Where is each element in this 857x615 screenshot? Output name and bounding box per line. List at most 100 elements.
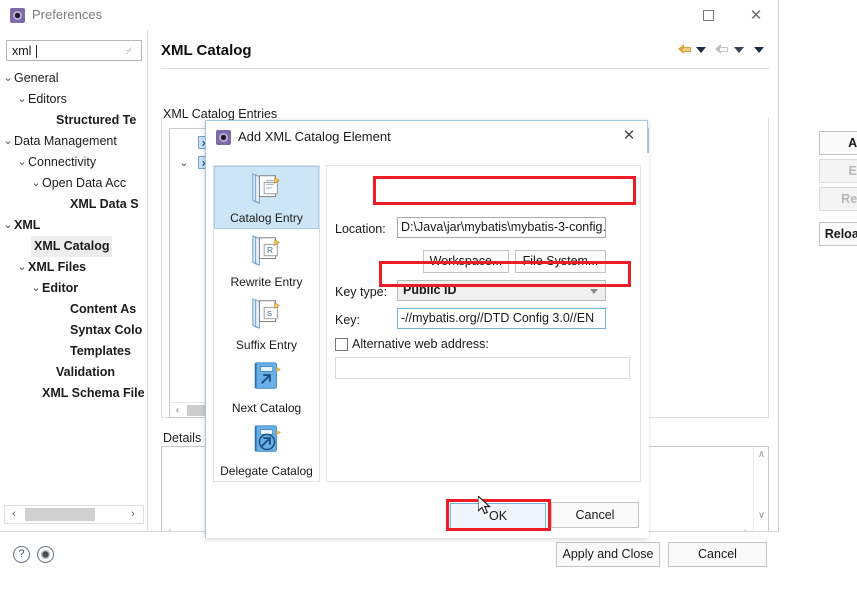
search-input[interactable]: xml ⌿ — [6, 40, 142, 61]
chevron-down-icon — [590, 289, 598, 294]
sidebar-item-label: General — [14, 71, 59, 85]
dialog-titlebar: Add XML Catalog Element ✕ — [206, 121, 647, 153]
add-xml-catalog-element-dialog: Add XML Catalog Element ✕ Catalog Entry R… — [205, 120, 649, 538]
sidebar-item-xml-files[interactable]: ⌄ XML Files — [0, 257, 148, 278]
apply-and-close-button[interactable]: Apply and Close — [556, 542, 660, 567]
sidebar-item-syntax-colo[interactable]: Syntax Colo — [0, 320, 148, 341]
scroll-right-icon[interactable]: › — [126, 507, 140, 522]
title-divider — [161, 68, 769, 69]
alternative-web-address-checkbox[interactable] — [335, 338, 348, 351]
key-type-select[interactable]: Public ID — [397, 280, 606, 301]
catalog-entry-icon — [251, 173, 280, 204]
dialog-title: Add XML Catalog Element — [238, 129, 391, 144]
sidebar-item-label: XML Schema File — [42, 386, 145, 400]
sidebar-item-label: XML Files — [28, 260, 87, 274]
sidebar-item-structured-te[interactable]: Structured Te — [0, 110, 148, 131]
sidebar-item-xml-data-s[interactable]: XML Data S — [0, 194, 148, 215]
help-icon[interactable]: ? — [13, 546, 30, 563]
settings-icon[interactable] — [37, 546, 54, 563]
catalog-type-rewrite-entry[interactable]: R Rewrite Entry — [214, 229, 319, 292]
view-menu-chevron-down-icon[interactable] — [754, 46, 764, 53]
clear-icon[interactable]: ⌿ — [126, 46, 136, 57]
maximize-button[interactable] — [700, 8, 716, 24]
sidebar-item-validation[interactable]: Validation — [0, 362, 148, 383]
sidebar-item-label: Content As — [70, 302, 137, 316]
key-label: Key: — [335, 313, 361, 327]
sidebar-item-editor[interactable]: ⌄ Editor — [0, 278, 148, 299]
sidebar-item-editors[interactable]: ⌄ Editors — [0, 89, 148, 110]
sidebar-item-templates[interactable]: Templates — [0, 341, 148, 362]
chevron-down-icon[interactable]: ⌄ — [2, 215, 14, 236]
catalog-type-catalog-entry[interactable]: Catalog Entry — [214, 166, 319, 229]
sidebar-item-label: Templates — [70, 344, 131, 358]
chevron-down-icon[interactable]: ⌄ — [16, 89, 28, 110]
catalog-type-next-catalog[interactable]: Next Catalog — [214, 355, 319, 418]
alternative-web-address-label: Alternative web address: — [352, 337, 489, 351]
window-title: Preferences — [32, 7, 103, 22]
sidebar-item-xml-catalog[interactable]: XML Catalog — [0, 236, 148, 257]
key-input[interactable]: -//mybatis.org//DTD Config 3.0//EN — [397, 308, 606, 329]
forward-menu-chevron-down-icon[interactable] — [733, 46, 744, 53]
catalog-type-label: Rewrite Entry — [230, 275, 303, 289]
sidebar-item-content-as[interactable]: Content As — [0, 299, 148, 320]
forward-arrow-icon[interactable] — [715, 44, 729, 55]
sidebar-item-data-management[interactable]: ⌄ Data Management — [0, 131, 148, 152]
sidebar-item-label: Structured Te — [56, 113, 137, 127]
dialog-cancel-button[interactable]: Cancel — [551, 502, 639, 528]
rewrite-entry-icon: R — [251, 235, 280, 266]
catalog-type-label: Delegate Catalog — [220, 464, 313, 478]
close-icon[interactable]: ✕ — [748, 8, 764, 24]
alternative-web-address-input[interactable] — [335, 357, 630, 379]
sidebar-item-xml-schema-file[interactable]: XML Schema File — [0, 383, 148, 404]
ok-button[interactable]: OK — [450, 503, 546, 529]
sidebar-item-label: Connectivity — [28, 155, 97, 169]
details-vscrollbar[interactable]: ∧ ∨ — [753, 447, 768, 539]
sidebar-item-label: XML — [14, 218, 41, 232]
suffix-entry-icon: S — [251, 298, 280, 329]
page-title: XML Catalog — [161, 42, 252, 59]
add-button[interactable]: Add... — [819, 131, 857, 155]
workspace-button[interactable]: Workspace... — [423, 250, 509, 273]
catalog-type-label: Suffix Entry — [235, 338, 298, 352]
window-titlebar: Preferences ✕ — [0, 0, 778, 30]
svg-text:R: R — [267, 245, 273, 255]
sidebar-item-xml[interactable]: ⌄ XML — [0, 215, 148, 236]
remove-button[interactable]: Remove — [819, 187, 857, 211]
catalog-type-list[interactable]: Catalog Entry R Rewrite Entry S Suffix Entry… — [213, 165, 320, 482]
file-system-button[interactable]: File System... — [515, 250, 606, 273]
scroll-down-icon[interactable]: ∨ — [754, 508, 769, 523]
catalog-type-suffix-entry[interactable]: S Suffix Entry — [214, 292, 319, 355]
edit-button[interactable]: Edit... — [819, 159, 857, 183]
close-icon[interactable]: ✕ — [621, 128, 637, 144]
chevron-down-icon[interactable]: ⌄ — [178, 153, 190, 173]
sidebar-item-connectivity[interactable]: ⌄ Connectivity — [0, 152, 148, 173]
scroll-left-icon[interactable]: ‹ — [7, 507, 21, 522]
back-arrow-icon[interactable] — [677, 44, 691, 55]
cancel-button[interactable]: Cancel — [668, 542, 767, 567]
key-type-value: Public ID — [403, 283, 457, 297]
chevron-down-icon[interactable]: ⌄ — [16, 257, 28, 278]
sidebar-item-open-data-acc[interactable]: ⌄ Open Data Acc — [0, 173, 148, 194]
location-input[interactable]: D:\Java\jar\mybatis\mybatis-3-config.dtd — [397, 217, 606, 238]
sidebar-hscrollbar[interactable]: ‹ › — [4, 505, 144, 524]
catalog-type-delegate-catalog[interactable]: Delegate Catalog — [214, 418, 319, 481]
sidebar-item-general[interactable]: ⌄ General — [0, 68, 148, 89]
scroll-up-icon[interactable]: ∧ — [754, 447, 769, 462]
catalog-element-icon — [216, 130, 231, 145]
catalog-type-label: Catalog Entry — [230, 211, 303, 225]
chevron-down-icon[interactable]: ⌄ — [30, 278, 42, 299]
sidebar-item-label: XML Data S — [70, 197, 139, 211]
chevron-down-icon[interactable]: ⌄ — [2, 131, 14, 152]
search-input-value: xml — [12, 44, 32, 58]
preferences-icon — [10, 8, 25, 23]
chevron-down-icon[interactable]: ⌄ — [2, 68, 14, 89]
scroll-thumb[interactable] — [25, 508, 95, 521]
next-catalog-icon — [254, 362, 281, 389]
chevron-down-icon[interactable]: ⌄ — [30, 173, 42, 194]
dialog-body: Catalog Entry R Rewrite Entry S Suffix Entry… — [206, 153, 649, 503]
preferences-tree[interactable]: ⌄ General ⌄ Editors Structured Te ⌄ Data Manag… — [0, 68, 148, 488]
scroll-left-icon[interactable]: ‹ — [170, 403, 185, 418]
back-menu-chevron-down-icon[interactable] — [695, 46, 706, 53]
reload-entries-button[interactable]: Reload Entries — [819, 222, 857, 246]
chevron-down-icon[interactable]: ⌄ — [16, 152, 28, 173]
